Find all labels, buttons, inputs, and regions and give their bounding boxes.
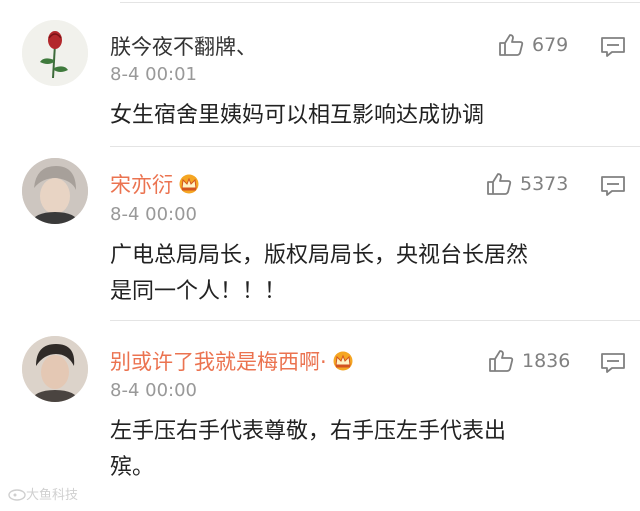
comment-time: 8-4 00:01 (110, 64, 197, 85)
comment-icon (601, 353, 625, 373)
user-avatar[interactable] (22, 336, 88, 402)
comment-divider (110, 320, 640, 321)
like-count: 5373 (520, 173, 569, 195)
thumbs-up-icon (499, 34, 524, 56)
user-photo-icon (22, 336, 88, 402)
reply-button[interactable] (600, 352, 626, 378)
user-photo-icon (22, 158, 88, 224)
rose-avatar[interactable] (22, 20, 88, 86)
top-divider (120, 2, 640, 3)
comment-time: 8-4 00:00 (110, 204, 197, 225)
like-button[interactable]: 1836 (488, 349, 570, 373)
comment-username[interactable]: 朕今夜不翻牌、 (110, 31, 257, 61)
thumbs-up-icon (487, 173, 512, 195)
comment-text: 女生宿舍里姨妈可以相互影响达成协调 (110, 103, 485, 128)
comment-text: 左手压右手代表尊敬，右手压左手代表出 殡。 (110, 419, 507, 480)
like-count: 679 (532, 34, 569, 56)
comment-username[interactable]: 宋亦衍 (110, 169, 201, 199)
comment-username-text: 别或许了我就是梅西啊· (110, 350, 327, 374)
reply-button[interactable] (600, 175, 626, 201)
watermark-logo-icon (8, 488, 26, 501)
like-count: 1836 (522, 350, 571, 372)
comment-username-text: 宋亦衍 (110, 173, 173, 197)
watermark: 大鱼科技 (8, 484, 78, 503)
thumbs-up-icon (489, 350, 514, 372)
comment-icon (601, 176, 625, 196)
comment-text: 广电总局局长，版权局局长，央视台长居然 是同一个人！！！ (110, 243, 529, 304)
vip-crown-icon (333, 351, 353, 371)
comment-icon (601, 37, 625, 57)
comment-divider (110, 146, 640, 147)
comment-username[interactable]: 别或许了我就是梅西啊· (110, 346, 355, 376)
watermark-text: 大鱼科技 (26, 488, 79, 503)
like-button[interactable]: 5373 (486, 172, 568, 196)
user-avatar[interactable] (22, 158, 88, 224)
rose-icon (22, 20, 88, 86)
vip-crown-icon (179, 174, 199, 194)
reply-button[interactable] (600, 36, 626, 62)
like-button[interactable]: 679 (498, 33, 568, 57)
comment-time: 8-4 00:00 (110, 380, 197, 401)
